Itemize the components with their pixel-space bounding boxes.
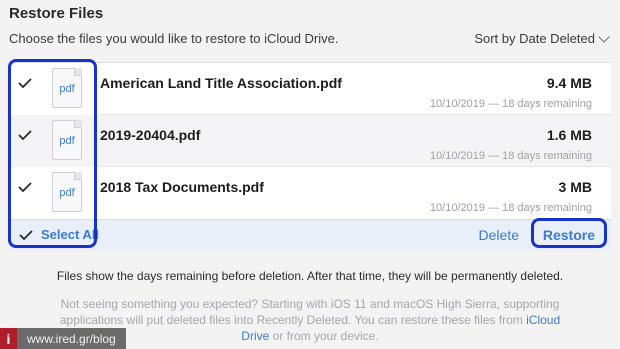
file-name: American Land Title Association.pdf — [100, 75, 342, 91]
highlight-checkboxes — [8, 59, 97, 248]
file-size: 3 MB — [558, 179, 592, 195]
file-list: pdf American Land Title Association.pdf … — [9, 62, 611, 220]
file-size: 1.6 MB — [546, 127, 592, 143]
sort-label: Sort by Date Deleted — [474, 31, 595, 46]
help-note: Not seeing something you expected? Start… — [48, 296, 572, 344]
file-row[interactable]: pdf 2018 Tax Documents.pdf 3 MB 10/10/20… — [9, 167, 611, 219]
file-row[interactable]: pdf 2019-20404.pdf 1.6 MB 10/10/2019 — 1… — [9, 115, 611, 167]
sort-dropdown[interactable]: Sort by Date Deleted — [474, 30, 610, 46]
brand-logo: i — [0, 328, 17, 349]
file-meta: 10/10/2019 — 18 days remaining — [429, 98, 592, 110]
watermark-url: www.ired.gr/blog — [17, 328, 126, 349]
page-subtitle: Choose the files you would like to resto… — [9, 31, 339, 46]
file-meta: 10/10/2019 — 18 days remaining — [429, 202, 592, 214]
highlight-restore — [531, 218, 607, 248]
help-text: Not seeing something you expected? Start… — [59, 297, 560, 327]
file-name: 2019-20404.pdf — [100, 127, 201, 143]
help-text-suffix: or from your device. — [269, 329, 379, 343]
file-row[interactable]: pdf American Land Title Association.pdf … — [9, 63, 611, 115]
file-size: 9.4 MB — [546, 75, 592, 91]
list-footer-bar: Select All Delete Restore — [9, 219, 611, 250]
watermark: i www.ired.gr/blog — [0, 328, 126, 349]
file-name: 2018 Tax Documents.pdf — [100, 179, 264, 195]
file-meta: 10/10/2019 — 18 days remaining — [429, 150, 592, 162]
delete-button[interactable]: Delete — [479, 227, 519, 243]
page-title: Restore Files — [9, 5, 104, 22]
info-note: Files show the days remaining before del… — [56, 269, 564, 283]
chevron-down-icon — [598, 30, 610, 43]
